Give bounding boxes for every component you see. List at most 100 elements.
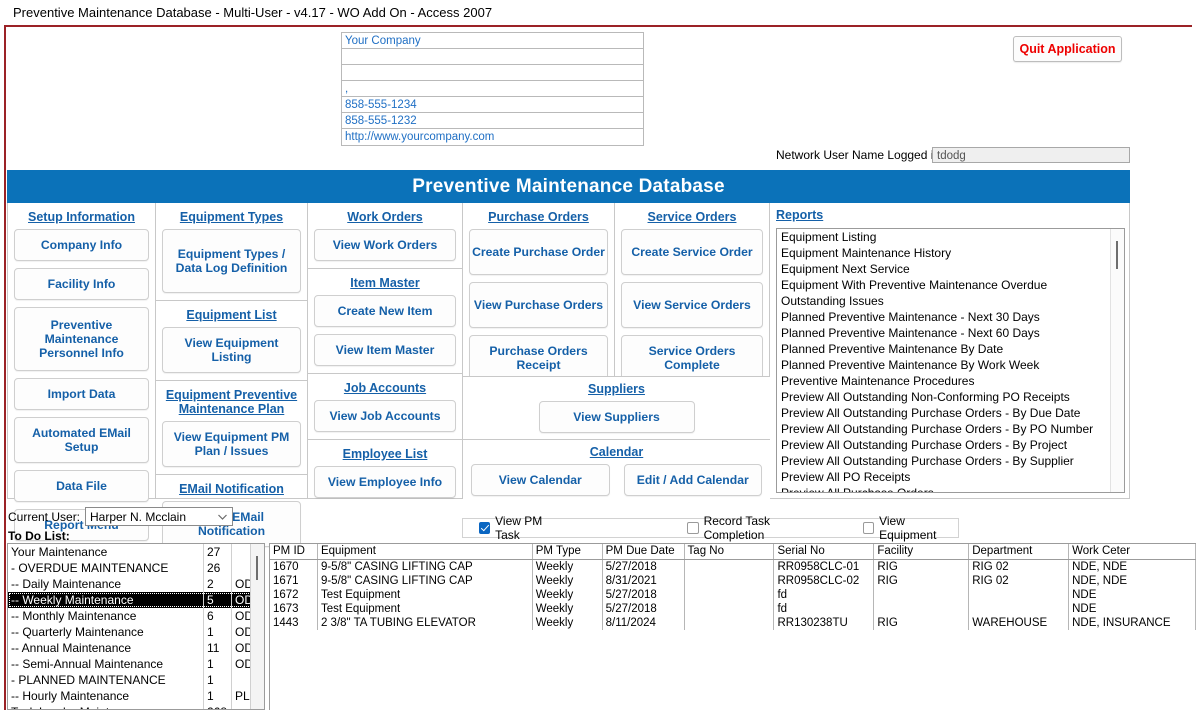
todo-row[interactable]: -- Semi-Annual Maintenance1ODS — [8, 656, 264, 672]
pm-grid-column-header[interactable]: Tag No — [685, 544, 775, 559]
current-user-select[interactable]: Harper N. Mcclain — [85, 507, 233, 526]
todo-row[interactable]: - PLANNED MAINTENANCE1 — [8, 672, 264, 688]
todo-row[interactable]: - OVERDUE MAINTENANCE26 — [8, 560, 264, 576]
company-info-row[interactable]: , — [342, 81, 643, 97]
nav-button-equipment-types-data-log-definition[interactable]: Equipment Types / Data Log Definition — [162, 229, 301, 293]
nav-button-company-info[interactable]: Company Info — [14, 229, 149, 261]
nav-group-heading[interactable]: Service Orders — [621, 210, 763, 224]
todo-row[interactable]: -- Daily Maintenance2ODD — [8, 576, 264, 592]
report-list-item[interactable]: Equipment With Preventive Maintenance Ov… — [777, 277, 1111, 293]
todo-row[interactable]: Your Maintenance27 — [8, 544, 264, 560]
report-list-item[interactable]: Preview All Outstanding Purchase Orders … — [777, 421, 1111, 437]
nav-group-heading[interactable]: Job Accounts — [314, 381, 456, 395]
report-list-item[interactable]: Planned Preventive Maintenance - Next 30… — [777, 309, 1111, 325]
nav-button-view-item-master[interactable]: View Item Master — [314, 334, 456, 366]
nav-group-heading[interactable]: Work Orders — [314, 210, 456, 224]
nav-button-view-work-orders[interactable]: View Work Orders — [314, 229, 456, 261]
pm-grid-row[interactable]: 16719-5/8" CASING LIFTING CAPWeekly8/31/… — [270, 574, 1196, 588]
nav-button-view-job-accounts[interactable]: View Job Accounts — [314, 400, 456, 432]
checkbox-view-equipment[interactable]: View Equipment — [863, 514, 958, 542]
nav-group-heading[interactable]: EMail Notification — [162, 482, 301, 496]
nav-button-create-purchase-order[interactable]: Create Purchase Order — [469, 229, 608, 275]
pm-grid-row[interactable]: 16709-5/8" CASING LIFTING CAPWeekly5/27/… — [270, 560, 1196, 574]
company-info-row[interactable]: 858-555-1234 — [342, 97, 643, 113]
nav-button-create-new-item[interactable]: Create New Item — [314, 295, 456, 327]
pm-grid-row[interactable]: 1673Test EquipmentWeekly5/27/2018fdNDE — [270, 602, 1196, 616]
report-list-item[interactable]: Preview All Outstanding Purchase Orders … — [777, 453, 1111, 469]
pm-task-grid[interactable]: PM IDEquipmentPM TypePM Due DateTag NoSe… — [269, 543, 1196, 710]
nav-button-purchase-orders-receipt[interactable]: Purchase Orders Receipt — [469, 335, 608, 381]
pm-grid-column-header[interactable]: Equipment — [318, 544, 533, 559]
pm-grid-row[interactable]: 14432 3/8" TA TUBING ELEVATORWeekly8/11/… — [270, 616, 1196, 630]
checkbox-box[interactable] — [479, 522, 490, 534]
report-list-item[interactable]: Outstanding Issues — [777, 293, 1111, 309]
nav-group-heading[interactable]: Purchase Orders — [469, 210, 608, 224]
nav-button-service-orders-complete[interactable]: Service Orders Complete — [621, 335, 763, 381]
nav-group-heading[interactable]: Equipment List — [162, 308, 301, 322]
quit-application-button[interactable]: Quit Application — [1013, 36, 1122, 62]
checkbox-box[interactable] — [863, 522, 874, 534]
nav-button-view-equipment-pm-plan-issues[interactable]: View Equipment PM Plan / Issues — [162, 421, 301, 467]
nav-group-heading[interactable]: Calendar — [471, 445, 762, 459]
todo-row[interactable]: -- Hourly Maintenance1PLH — [8, 688, 264, 704]
report-list-item[interactable]: Preview All Outstanding Non-Conforming P… — [777, 389, 1111, 405]
checkbox-box[interactable] — [687, 522, 698, 534]
pm-grid-column-header[interactable]: PM ID — [270, 544, 318, 559]
report-list-item[interactable]: Equipment Maintenance History — [777, 245, 1111, 261]
todo-scrollbar[interactable] — [250, 544, 264, 709]
report-list-item[interactable]: Planned Preventive Maintenance By Date — [777, 341, 1111, 357]
pm-grid-row[interactable]: 1672Test EquipmentWeekly5/27/2018fdNDE — [270, 588, 1196, 602]
nav-button-view-calendar[interactable]: View Calendar — [471, 464, 610, 496]
pm-grid-column-header[interactable]: Department — [969, 544, 1069, 559]
nav-group-heading[interactable]: Employee List — [314, 447, 456, 461]
nav-button-view-service-orders[interactable]: View Service Orders — [621, 282, 763, 328]
nav-group-heading[interactable]: Equipment Types — [162, 210, 301, 224]
company-info-row[interactable]: Your Company — [342, 33, 643, 49]
todo-row[interactable]: -- Weekly Maintenance5ODW — [8, 592, 264, 608]
report-list-item[interactable]: Preview All Outstanding Purchase Orders … — [777, 437, 1111, 453]
report-list-item[interactable]: Equipment Next Service — [777, 261, 1111, 277]
pm-grid-column-header[interactable]: PM Due Date — [603, 544, 685, 559]
pm-grid-column-header[interactable]: Work Ceter — [1069, 544, 1196, 559]
todo-row[interactable]: Task Leader Maintenance268 — [8, 704, 264, 710]
checkbox-view-pm-task[interactable]: View PM Task — [479, 514, 563, 542]
nav-group-heading[interactable]: Equipment Preventive Maintenance Plan — [162, 388, 301, 416]
report-list-item[interactable]: Preventive Maintenance Procedures — [777, 373, 1111, 389]
report-list-item[interactable]: Equipment Listing — [777, 229, 1111, 245]
company-info-row[interactable] — [342, 49, 643, 65]
todo-scrollbar-thumb[interactable] — [256, 556, 258, 580]
pm-grid-column-header[interactable]: PM Type — [533, 544, 603, 559]
nav-button-view-equipment-listing[interactable]: View Equipment Listing — [162, 327, 301, 373]
nav-button-view-employee-info[interactable]: View Employee Info — [314, 466, 456, 498]
reports-heading[interactable]: Reports — [776, 208, 1129, 222]
pm-grid-column-header[interactable]: Facility — [874, 544, 969, 559]
report-list-item[interactable]: Planned Preventive Maintenance - Next 60… — [777, 325, 1111, 341]
nav-button-edit-add-calendar[interactable]: Edit / Add Calendar — [624, 464, 763, 496]
reports-scrollbar-thumb[interactable] — [1116, 241, 1118, 269]
chevron-down-icon[interactable] — [214, 509, 231, 525]
nav-button-view-purchase-orders[interactable]: View Purchase Orders — [469, 282, 608, 328]
report-list-item[interactable]: Preview All PO Receipts — [777, 469, 1111, 485]
nav-button-preventive-maintenance-personnel-info[interactable]: Preventive Maintenance Personnel Info — [14, 307, 149, 371]
nav-button-create-service-order[interactable]: Create Service Order — [621, 229, 763, 275]
company-info-row[interactable] — [342, 65, 643, 81]
todo-list[interactable]: Your Maintenance27 - OVERDUE MAINTENANCE… — [7, 543, 265, 710]
nav-group-heading[interactable]: Suppliers — [471, 382, 762, 396]
company-info-row[interactable]: 858-555-1232 — [342, 113, 643, 129]
nav-group-heading[interactable]: Item Master — [314, 276, 456, 290]
nav-button-facility-info[interactable]: Facility Info — [14, 268, 149, 300]
nav-button-import-data[interactable]: Import Data — [14, 378, 149, 410]
nav-button-view-suppliers[interactable]: View Suppliers — [539, 401, 695, 433]
nav-button-automated-email-setup[interactable]: Automated EMail Setup — [14, 417, 149, 463]
checkbox-record-task-completion[interactable]: Record Task Completion — [687, 514, 823, 542]
reports-scrollbar[interactable] — [1110, 229, 1124, 492]
report-list-item[interactable]: Planned Preventive Maintenance By Work W… — [777, 357, 1111, 373]
todo-row[interactable]: -- Annual Maintenance11ODA — [8, 640, 264, 656]
todo-row[interactable]: -- Quarterly Maintenance1ODQ — [8, 624, 264, 640]
report-list-item[interactable]: Preview All Outstanding Purchase Orders … — [777, 405, 1111, 421]
reports-listbox[interactable]: Equipment ListingEquipment Maintenance H… — [776, 228, 1125, 493]
report-list-item[interactable]: Preview All Purchase Orders — [777, 485, 1111, 493]
pm-grid-column-header[interactable]: Serial No — [774, 544, 874, 559]
nav-button-data-file[interactable]: Data File — [14, 470, 149, 502]
todo-row[interactable]: -- Monthly Maintenance6ODM — [8, 608, 264, 624]
